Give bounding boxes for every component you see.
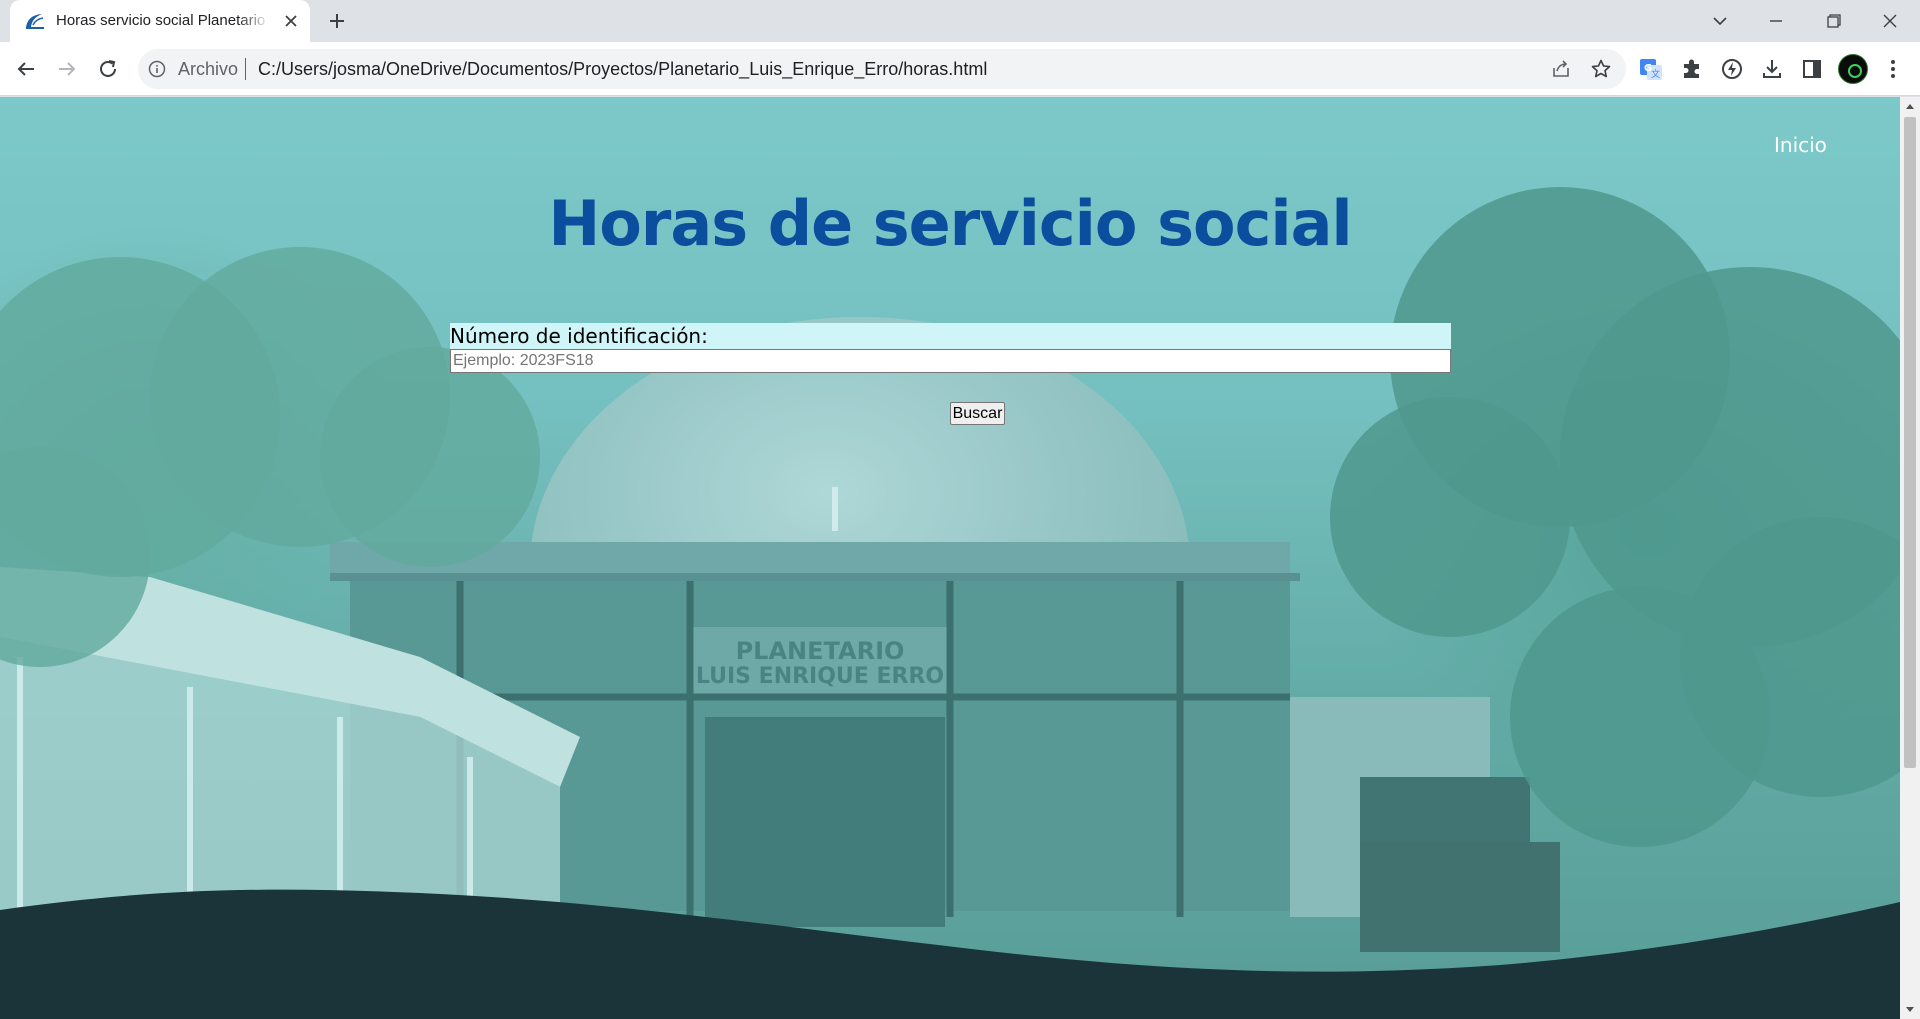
reload-icon[interactable] [94,55,122,83]
restore-icon[interactable] [1813,4,1853,38]
google-translate-icon[interactable]: G 文 [1638,56,1664,82]
performance-icon[interactable] [1719,56,1745,82]
scrollbar-thumb[interactable] [1904,117,1916,768]
info-icon[interactable] [148,60,166,78]
profile-avatar[interactable] [1838,54,1868,84]
back-arrow-icon[interactable] [12,55,40,83]
address-bar[interactable]: Archivo C:/Users/josma/OneDrive/Document… [138,49,1626,89]
page-viewport: PLANETARIO LUIS ENRIQUE ERRO Inicio Hora… [0,97,1900,1019]
close-window-icon[interactable] [1870,4,1910,38]
planetarium-logo-icon [26,14,44,29]
footer-wave [0,889,1900,1019]
page-scrollbar[interactable] [1900,97,1920,1019]
side-panel-icon[interactable] [1799,56,1825,82]
scroll-up-arrow-icon[interactable] [1904,101,1916,111]
tab-strip: Horas servicio social Planetario Luis En… [0,0,1920,42]
tab-title: Horas servicio social Planetario Luis En… [56,12,270,29]
plus-icon[interactable] [322,8,352,34]
scheme-label: Archivo [178,59,239,79]
close-icon[interactable] [280,10,302,32]
scheme-separator [245,58,246,80]
forward-arrow-icon[interactable] [53,55,81,83]
scroll-down-arrow-icon[interactable] [1904,1005,1916,1015]
tab-search-chevron-icon[interactable] [1700,4,1740,38]
browser-toolbar: Archivo C:/Users/josma/OneDrive/Document… [0,42,1920,96]
download-icon[interactable] [1759,56,1785,82]
share-icon[interactable] [1550,58,1572,80]
minimize-icon[interactable] [1756,4,1796,38]
url-text[interactable]: C:/Users/josma/OneDrive/Documentos/Proye… [258,59,987,80]
kebab-menu-icon[interactable] [1880,56,1906,82]
active-tab[interactable]: Horas servicio social Planetario Luis En… [10,0,310,42]
svg-text:文: 文 [1651,68,1660,80]
bookmark-star-icon[interactable] [1590,58,1612,80]
extensions-puzzle-icon[interactable] [1679,56,1705,82]
